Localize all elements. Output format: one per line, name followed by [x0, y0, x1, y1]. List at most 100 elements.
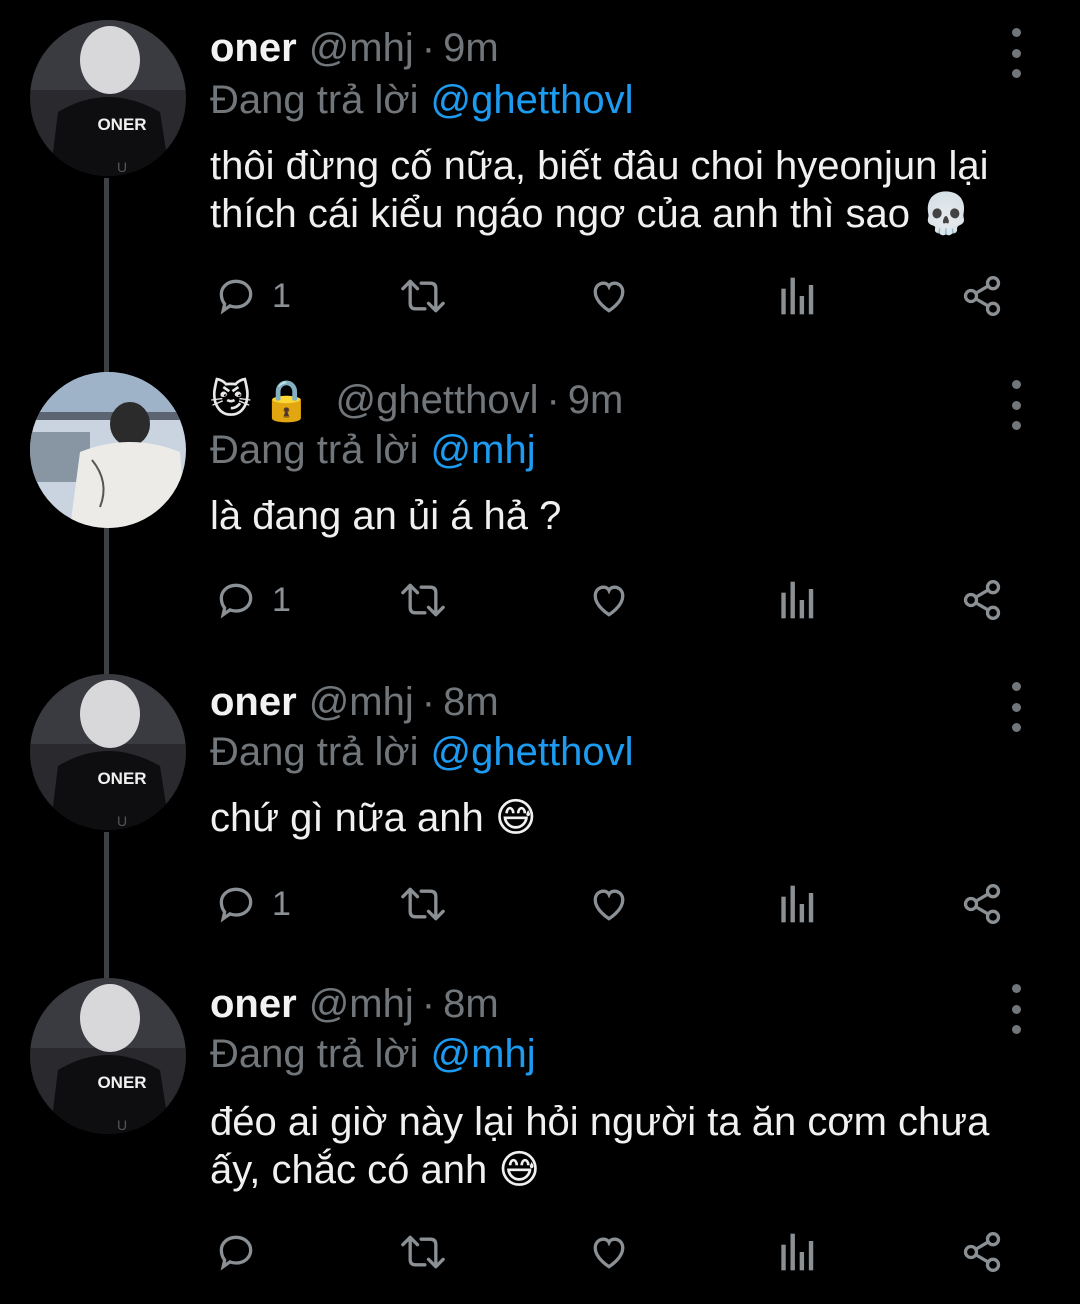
reply-icon: [219, 279, 253, 315]
analytics-button[interactable]: [776, 572, 816, 628]
username[interactable]: @ghetthovl: [336, 378, 539, 423]
tweet-header: oner @mhj · 8m: [210, 674, 499, 730]
reply-icon: [219, 583, 253, 619]
like-button[interactable]: [586, 268, 632, 324]
share-icon: [963, 580, 1001, 620]
separator: ·: [546, 377, 560, 422]
tweet-text: đéo ai giờ này lại hỏi người ta ăn cơm c…: [210, 1100, 990, 1192]
reply-button[interactable]: [214, 1224, 272, 1280]
reply-count: 1: [272, 276, 291, 315]
tweet-header: 😼 🔒 @ghetthovl · 9m: [210, 372, 623, 428]
username[interactable]: @mhj: [309, 982, 414, 1027]
retweet-button[interactable]: [398, 876, 448, 932]
tweet-header: oner @mhj · 9m: [210, 20, 499, 76]
retweet-button[interactable]: [398, 572, 448, 628]
svg-text:U: U: [117, 1117, 127, 1133]
avatar-jersey-label: ONER: [97, 1073, 146, 1092]
more-icon[interactable]: [1000, 682, 1032, 732]
display-name[interactable]: 😼 🔒: [210, 377, 322, 424]
reply-button[interactable]: 1: [214, 876, 291, 932]
display-name[interactable]: oner: [210, 680, 297, 725]
retweet-button[interactable]: [398, 268, 448, 324]
mention-link[interactable]: @mhj: [431, 428, 536, 473]
reply-thread: ONER U oner @mhj · 9m Đang trả lời @ghet…: [0, 0, 1080, 1304]
more-icon[interactable]: [1000, 28, 1032, 78]
tweet-text: chứ gì nữa anh 😅: [210, 796, 537, 840]
reply-button[interactable]: 1: [214, 268, 291, 324]
display-name[interactable]: oner: [210, 982, 297, 1027]
like-icon: [593, 1237, 625, 1269]
like-icon: [593, 889, 625, 921]
like-icon: [593, 585, 625, 617]
retweet-icon: [401, 279, 445, 313]
svg-text:U: U: [117, 813, 127, 829]
replying-to: Đang trả lời @mhj: [210, 1028, 536, 1080]
share-icon: [963, 276, 1001, 316]
tweet[interactable]: ONER U oner @mhj · 8m Đang trả lời @ghet…: [0, 654, 1080, 954]
retweet-button[interactable]: [398, 1224, 448, 1280]
username[interactable]: @mhj: [309, 26, 414, 71]
separator: ·: [421, 981, 436, 1026]
replying-to: Đang trả lời @ghetthovl: [210, 74, 634, 126]
replying-to: Đang trả lời @ghetthovl: [210, 726, 634, 778]
reply-icon: [219, 1235, 253, 1271]
tweet-actions: 1: [0, 572, 1080, 628]
avatar[interactable]: ONER U: [30, 978, 186, 1134]
timestamp[interactable]: 9m: [443, 26, 499, 71]
timestamp[interactable]: 8m: [443, 680, 499, 725]
tweet[interactable]: 😼 🔒 @ghetthovl · 9m Đang trả lời @mhj là…: [0, 352, 1080, 652]
reply-icon: [219, 887, 253, 923]
analytics-icon: [781, 885, 814, 923]
avatar[interactable]: ONER U: [30, 20, 186, 176]
mention-link[interactable]: @ghetthovl: [431, 730, 634, 775]
retweet-icon: [401, 887, 445, 921]
analytics-icon: [781, 1233, 814, 1271]
timestamp[interactable]: 8m: [443, 982, 499, 1027]
tweet-actions: [0, 1224, 1080, 1280]
tweet[interactable]: ONER U oner @mhj · 9m Đang trả lời @ghet…: [0, 0, 1080, 350]
tweet-text: thôi đừng cố nữa, biết đâu choi hyeonjun…: [210, 144, 989, 236]
analytics-button[interactable]: [776, 1224, 816, 1280]
reply-button[interactable]: 1: [214, 572, 291, 628]
svg-text:U: U: [117, 159, 127, 175]
reply-count: 1: [272, 884, 291, 923]
analytics-button[interactable]: [776, 268, 816, 324]
replying-to: Đang trả lời @mhj: [210, 424, 536, 476]
share-button[interactable]: [960, 876, 1004, 932]
replying-label: Đang trả lời: [210, 729, 419, 774]
share-button[interactable]: [960, 1224, 1004, 1280]
cat-emoji-icon: 😼: [210, 378, 252, 422]
analytics-icon: [781, 277, 814, 315]
avatar-jersey-label: ONER: [97, 769, 146, 788]
retweet-icon: [401, 1235, 445, 1269]
reply-count: 1: [272, 580, 291, 619]
separator: ·: [421, 679, 436, 724]
share-button[interactable]: [960, 268, 1004, 324]
retweet-icon: [401, 583, 445, 617]
share-icon: [963, 884, 1001, 924]
tweet-actions: 1: [0, 268, 1080, 324]
tweet[interactable]: ONER U oner @mhj · 8m Đang trả lời @mhj …: [0, 956, 1080, 1304]
replying-label: Đang trả lời: [210, 1031, 419, 1076]
replying-label: Đang trả lời: [210, 77, 419, 122]
analytics-button[interactable]: [776, 876, 816, 932]
share-button[interactable]: [960, 572, 1004, 628]
like-button[interactable]: [586, 572, 632, 628]
username[interactable]: @mhj: [309, 680, 414, 725]
separator: ·: [421, 25, 436, 70]
like-icon: [593, 281, 625, 313]
mention-link[interactable]: @mhj: [431, 1032, 536, 1077]
like-button[interactable]: [586, 1224, 632, 1280]
more-icon[interactable]: [1000, 380, 1032, 430]
tweet-text: là đang an ủi á hả ?: [210, 494, 562, 538]
tweet-header: oner @mhj · 8m: [210, 976, 499, 1032]
replying-label: Đang trả lời: [210, 427, 419, 472]
avatar-jersey-label: ONER: [97, 115, 146, 134]
timestamp[interactable]: 9m: [568, 378, 624, 423]
avatar[interactable]: [30, 372, 186, 528]
like-button[interactable]: [586, 876, 632, 932]
avatar[interactable]: ONER U: [30, 674, 186, 830]
mention-link[interactable]: @ghetthovl: [431, 78, 634, 123]
more-icon[interactable]: [1000, 984, 1032, 1034]
display-name[interactable]: oner: [210, 26, 297, 71]
